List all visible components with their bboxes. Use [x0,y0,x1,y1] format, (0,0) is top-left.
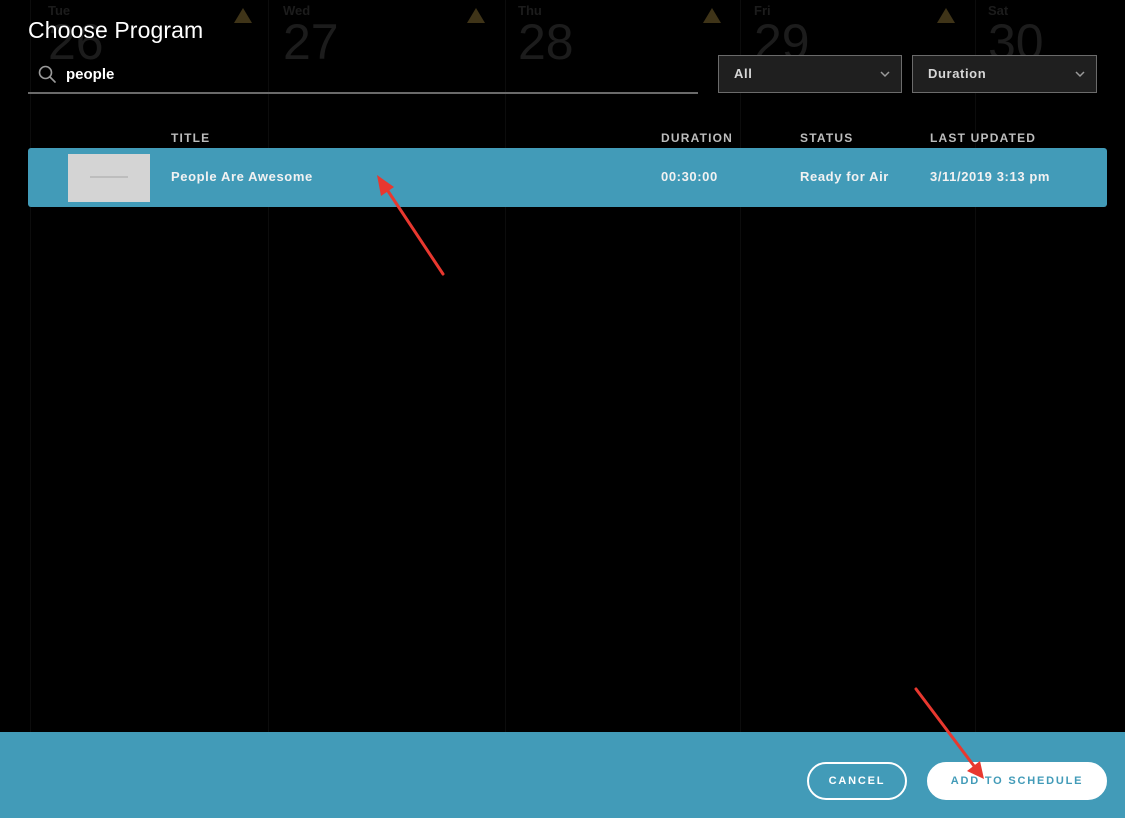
dialog-title: Choose Program [28,17,204,43]
choose-program-screen: Tue 26 Wed 27 Thu 28 Fri 29 Sat 30 Choos… [0,0,1125,818]
annotation-arrows [377,175,984,779]
column-header-title[interactable]: TITLE [171,131,210,145]
calendar-day-name: Wed [283,3,311,18]
calendar-day-name: Thu [518,3,542,18]
calendar-day-name: Sat [988,3,1009,18]
warning-icon [937,8,955,23]
background-calendar: Tue 26 Wed 27 Thu 28 Fri 29 Sat 30 [0,0,1125,818]
type-filter-value: All [734,66,753,81]
warning-icon [703,8,721,23]
column-header-last-updated[interactable]: LAST UPDATED [930,131,1036,145]
search-input[interactable] [66,61,686,87]
sort-value: Duration [928,66,987,81]
program-title: People Are Awesome [171,169,313,184]
program-row[interactable]: People Are Awesome 00:30:00 Ready for Ai… [28,148,1107,207]
calendar-gridline [505,0,506,732]
calendar-day-name: Fri [754,3,771,18]
search-icon [38,65,56,83]
dialog-footer: CANCEL ADD TO SCHEDULE [0,732,1125,818]
column-header-duration[interactable]: DURATION [661,131,733,145]
sort-select[interactable]: Duration [912,55,1097,93]
calendar-gridline [268,0,269,732]
search-bar [28,57,698,94]
chevron-down-icon [880,71,890,78]
cancel-button[interactable]: CANCEL [807,762,907,800]
calendar-day-name: Tue [48,3,71,18]
thumbnail-placeholder-icon [90,176,128,178]
add-to-schedule-button[interactable]: ADD TO SCHEDULE [927,762,1107,800]
calendar-gridline [740,0,741,732]
calendar-gridline [30,0,31,732]
type-filter-select[interactable]: All [718,55,902,93]
program-last-updated: 3/11/2019 3:13 pm [930,169,1051,184]
program-duration: 00:30:00 [661,169,718,184]
program-status: Ready for Air [800,169,889,184]
chevron-down-icon [1075,71,1085,78]
warning-icon [234,8,252,23]
program-thumbnail [68,154,150,202]
calendar-gridline [975,0,976,732]
column-header-status[interactable]: STATUS [800,131,853,145]
warning-icon [467,8,485,23]
